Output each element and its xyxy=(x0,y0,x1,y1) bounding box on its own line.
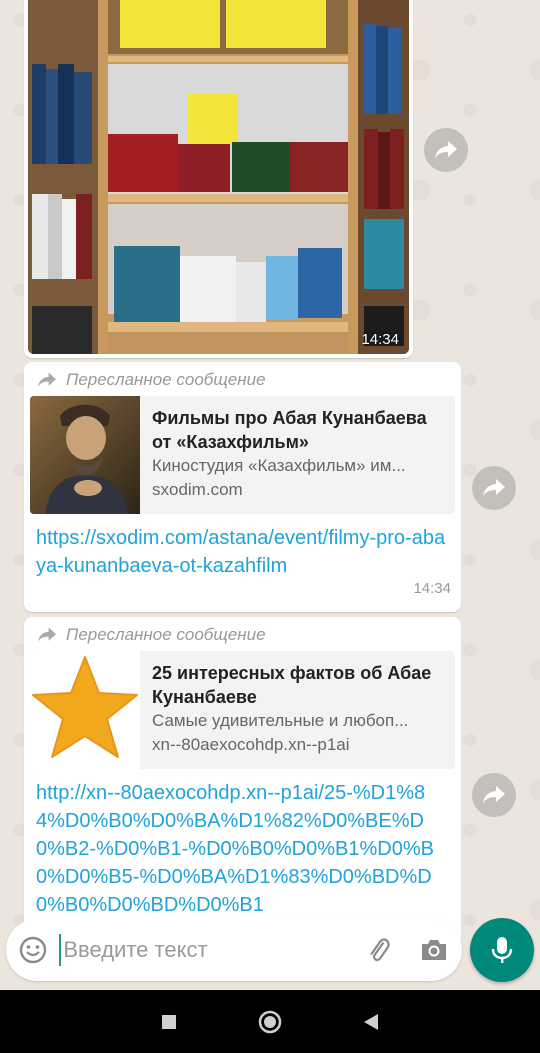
preview-description: Киностудия «Казахфильм» им... xyxy=(152,456,406,475)
forwarded-link-message[interactable]: Пересланное сообщение 25 интересных факт… xyxy=(24,617,461,947)
forward-icon xyxy=(483,786,505,804)
preview-title: 25 интересных фактов об Абае Кунанбаеве xyxy=(152,663,432,707)
image-message[interactable]: 14:34 xyxy=(24,0,413,358)
forwarded-label: Пересланное сообщение xyxy=(66,625,266,644)
bookshelf-photo[interactable]: 14:34 xyxy=(28,0,409,354)
preview-title: Фильмы про Абая Кунанбаева от «Казахфиль… xyxy=(152,408,427,452)
message-link[interactable]: http://xn--80aexocohdp.xn--p1ai/25-%D1%8… xyxy=(24,769,461,919)
forward-icon xyxy=(483,479,505,497)
camera-button[interactable] xyxy=(407,937,462,963)
star-icon xyxy=(32,656,138,758)
forwarded-header: Пересланное сообщение xyxy=(24,362,461,396)
emoji-button[interactable] xyxy=(6,935,59,965)
back-triangle-icon[interactable] xyxy=(362,1012,380,1032)
message-composer xyxy=(6,919,462,981)
forwarded-header: Пересланное сообщение xyxy=(24,617,461,651)
forward-icon xyxy=(435,141,457,159)
link-preview-card[interactable]: Фильмы про Абая Кунанбаева от «Казахфиль… xyxy=(30,396,455,514)
forwarded-icon xyxy=(38,627,56,643)
mic-icon xyxy=(491,937,513,963)
paperclip-icon xyxy=(370,938,390,962)
square-icon[interactable] xyxy=(160,1013,178,1031)
preview-thumbnail xyxy=(30,396,140,514)
mic-button[interactable] xyxy=(470,918,534,982)
bookshelf-image xyxy=(28,0,409,354)
forward-button[interactable] xyxy=(472,773,516,817)
chat-area[interactable]: 14:34 Пересланное сообщение Фильмы про А… xyxy=(0,0,540,990)
forward-button[interactable] xyxy=(472,466,516,510)
forwarded-label: Пересланное сообщение xyxy=(66,370,266,389)
preview-domain: sxodim.com xyxy=(152,480,243,499)
portrait-image xyxy=(30,396,140,514)
forward-button[interactable] xyxy=(424,128,468,172)
preview-domain: xn--80aexocohdp.xn--p1ai xyxy=(152,735,350,754)
system-navigation-bar xyxy=(0,990,540,1053)
preview-description: Самые удивительные и любоп... xyxy=(152,711,409,730)
attach-button[interactable] xyxy=(351,935,406,965)
forwarded-link-message[interactable]: Пересланное сообщение Фильмы про Абая Ку… xyxy=(24,362,461,612)
forwarded-icon xyxy=(38,372,56,388)
message-input[interactable] xyxy=(59,934,352,966)
circle-icon[interactable] xyxy=(257,1009,283,1035)
preview-thumbnail xyxy=(30,651,140,769)
link-preview-card[interactable]: 25 интересных фактов об Абае Кунанбаеве … xyxy=(30,651,455,769)
camera-icon xyxy=(422,940,447,960)
message-time: 14:34 xyxy=(413,580,451,597)
emoji-icon xyxy=(19,936,46,964)
message-link[interactable]: https://sxodim.com/astana/event/filmy-pr… xyxy=(24,514,461,580)
message-time: 14:34 xyxy=(361,331,399,348)
